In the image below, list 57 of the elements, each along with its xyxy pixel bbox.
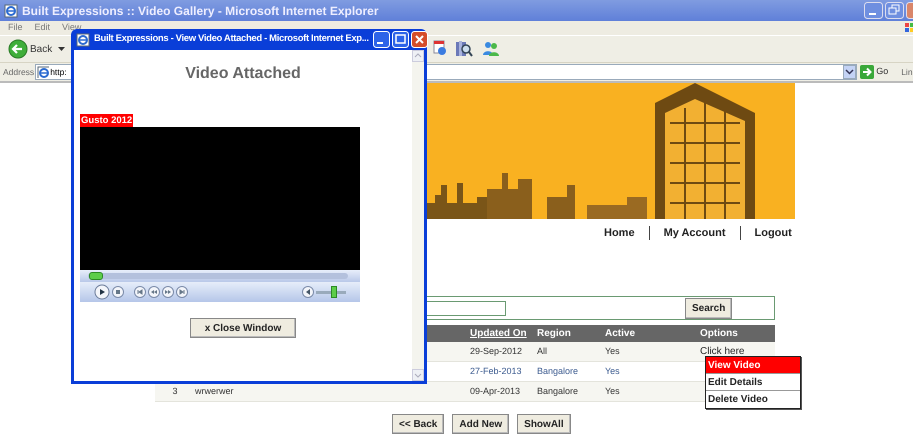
browser-icon	[76, 32, 90, 46]
links-label[interactable]: Lin	[901, 66, 913, 78]
table-cell-text: 29-Sep-2012	[470, 344, 524, 358]
table-cell-text: 09-Apr-2013	[470, 384, 522, 398]
table-cell-text: wrwerwer	[195, 384, 235, 398]
table-cell-text: Bangalore	[537, 364, 580, 378]
action-button[interactable]: << Back	[392, 414, 444, 434]
window-title: Built Expressions - View Video Attached - Microsoft Internet Exp...	[94, 32, 369, 46]
column-header: Options	[700, 327, 739, 341]
table-cell-text: 27-Feb-2013	[470, 364, 523, 378]
browser-icon	[4, 4, 18, 18]
column-header: Active	[605, 327, 636, 341]
windows-logo-icon	[905, 23, 913, 33]
people-icon[interactable]	[481, 40, 501, 58]
table-cell-text: Yes	[605, 384, 621, 398]
restore-button[interactable]	[885, 2, 904, 19]
maximize-button[interactable]	[392, 31, 409, 48]
address-label: Address	[3, 66, 34, 78]
stop-icon[interactable]	[112, 286, 124, 298]
dropdown-icon[interactable]	[843, 65, 856, 79]
column-header: Region	[537, 327, 572, 341]
go-button[interactable]: Go	[858, 65, 890, 79]
table-cell-text: Yes	[605, 344, 621, 358]
previous-icon[interactable]	[134, 286, 146, 298]
nav-link[interactable]: My Account	[650, 225, 740, 242]
table-cell-text: Yes	[605, 364, 621, 378]
nav-link[interactable]: Logout	[740, 225, 806, 242]
search-button[interactable]: Search	[685, 298, 732, 319]
nav-link[interactable]: Home	[590, 225, 649, 242]
book-magnifier-icon[interactable]	[455, 40, 473, 58]
back-button[interactable]: Back	[6, 39, 54, 59]
arrow-icon	[860, 65, 874, 79]
fast-forward-icon[interactable]	[162, 286, 174, 298]
volume-handle[interactable]	[331, 286, 337, 298]
table-cell-text: Bangalore	[537, 384, 580, 398]
menu-item[interactable]: Edit	[34, 21, 50, 35]
page-icon	[37, 66, 50, 78]
menu-item[interactable]: View Video	[706, 357, 800, 374]
volume-icon[interactable]	[302, 286, 314, 298]
close-icon[interactable]	[410, 31, 428, 48]
menu-item[interactable]: File	[8, 21, 23, 35]
next-icon[interactable]	[176, 286, 188, 298]
rewind-icon[interactable]	[148, 286, 160, 298]
close-window-button[interactable]: x Close Window	[190, 318, 296, 338]
table-cell-text: 3	[171, 384, 178, 398]
action-button[interactable]: Add New	[452, 414, 510, 434]
window-title: Built Expressions :: Video Gallery - Microsoft Internet Explorer	[22, 2, 379, 20]
play-icon[interactable]	[94, 284, 110, 300]
sort-link[interactable]: Updated On	[470, 326, 537, 341]
table-cell-text: All	[537, 344, 548, 358]
calendar-icon[interactable]	[433, 40, 447, 56]
options-link[interactable]: Click here	[700, 344, 775, 359]
caret-icon[interactable]	[58, 47, 66, 51]
menu-item[interactable]: Edit Details	[706, 374, 800, 391]
seek-handle[interactable]	[88, 272, 103, 280]
action-button[interactable]: ShowAll	[517, 414, 571, 434]
video-title: Gusto 2012	[80, 114, 134, 127]
